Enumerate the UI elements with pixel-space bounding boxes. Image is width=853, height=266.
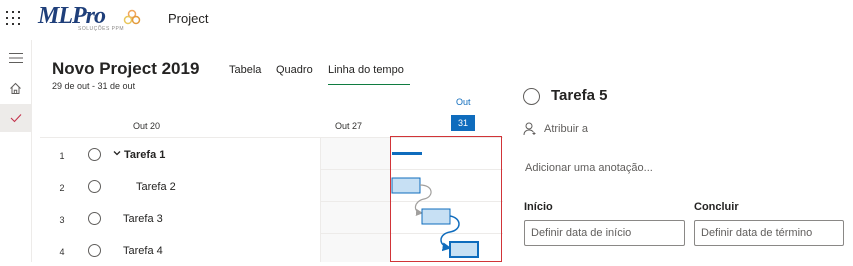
- complete-task-circle[interactable]: [88, 212, 101, 225]
- complete-task-circle[interactable]: [88, 148, 101, 161]
- today-date: 31: [457, 118, 468, 128]
- today-marker: 31: [451, 115, 475, 131]
- task-name[interactable]: Tarefa 1: [124, 149, 165, 161]
- task-name[interactable]: Tarefa 2: [136, 181, 176, 193]
- task-detail-title[interactable]: Tarefa 5: [551, 87, 607, 104]
- date-label-out-20: Out 20: [133, 121, 161, 131]
- person-icon: [523, 122, 536, 136]
- row-number: 1: [59, 151, 65, 161]
- checkmark-icon[interactable]: [0, 104, 31, 132]
- table-row[interactable]: 3 Tarefa 3: [40, 202, 320, 234]
- tab-tabela[interactable]: Tabela: [229, 64, 261, 76]
- assign-label: Atribuir a: [544, 123, 589, 135]
- table-row[interactable]: 1 Tarefa 1: [40, 138, 320, 170]
- left-rail: [0, 40, 32, 262]
- complete-task-circle[interactable]: [88, 180, 101, 193]
- tab-quadro[interactable]: Quadro: [276, 64, 313, 76]
- start-date-label: Início: [524, 201, 553, 213]
- gantt-weekend-shade: [320, 138, 391, 262]
- row-number: 2: [59, 183, 65, 193]
- task-name[interactable]: Tarefa 3: [123, 213, 163, 225]
- home-icon[interactable]: [0, 74, 31, 102]
- table-row[interactable]: 2 Tarefa 2: [40, 170, 320, 202]
- note-input[interactable]: Adicionar uma anotação...: [525, 162, 653, 174]
- hamburger-menu-icon[interactable]: [0, 44, 31, 72]
- end-date-field[interactable]: Definir data de término: [694, 220, 844, 246]
- app-title: Project: [168, 11, 209, 26]
- table-row[interactable]: 4 Tarefa 4: [40, 234, 320, 266]
- app-launcher-icon[interactable]: [5, 10, 21, 26]
- project-title: Novo Project 2019: [52, 59, 200, 78]
- task-name[interactable]: Tarefa 4: [123, 245, 163, 257]
- chevron-down-icon[interactable]: [113, 149, 121, 157]
- end-date-label: Concluir: [694, 201, 739, 213]
- row-number: 3: [59, 215, 65, 225]
- top-bar: MLPro SOLUÇÕES PPM Project: [0, 0, 853, 40]
- date-label-out-27: Out 27: [335, 121, 363, 131]
- gantt-grid-line: [320, 138, 321, 262]
- row-number: 4: [59, 247, 65, 257]
- mlpro-logo: MLPro SOLUÇÕES PPM: [38, 3, 148, 36]
- month-label: Out: [456, 97, 471, 107]
- project-dates: 29 de out - 31 de out: [52, 81, 136, 91]
- tab-linha-do-tempo[interactable]: Linha do tempo: [328, 64, 410, 85]
- complete-task-circle[interactable]: [88, 244, 101, 257]
- logo-flower-icon: [123, 9, 141, 25]
- highlight-frame: [390, 136, 502, 262]
- start-date-field[interactable]: Definir data de início: [524, 220, 685, 246]
- complete-task-circle[interactable]: [523, 88, 540, 105]
